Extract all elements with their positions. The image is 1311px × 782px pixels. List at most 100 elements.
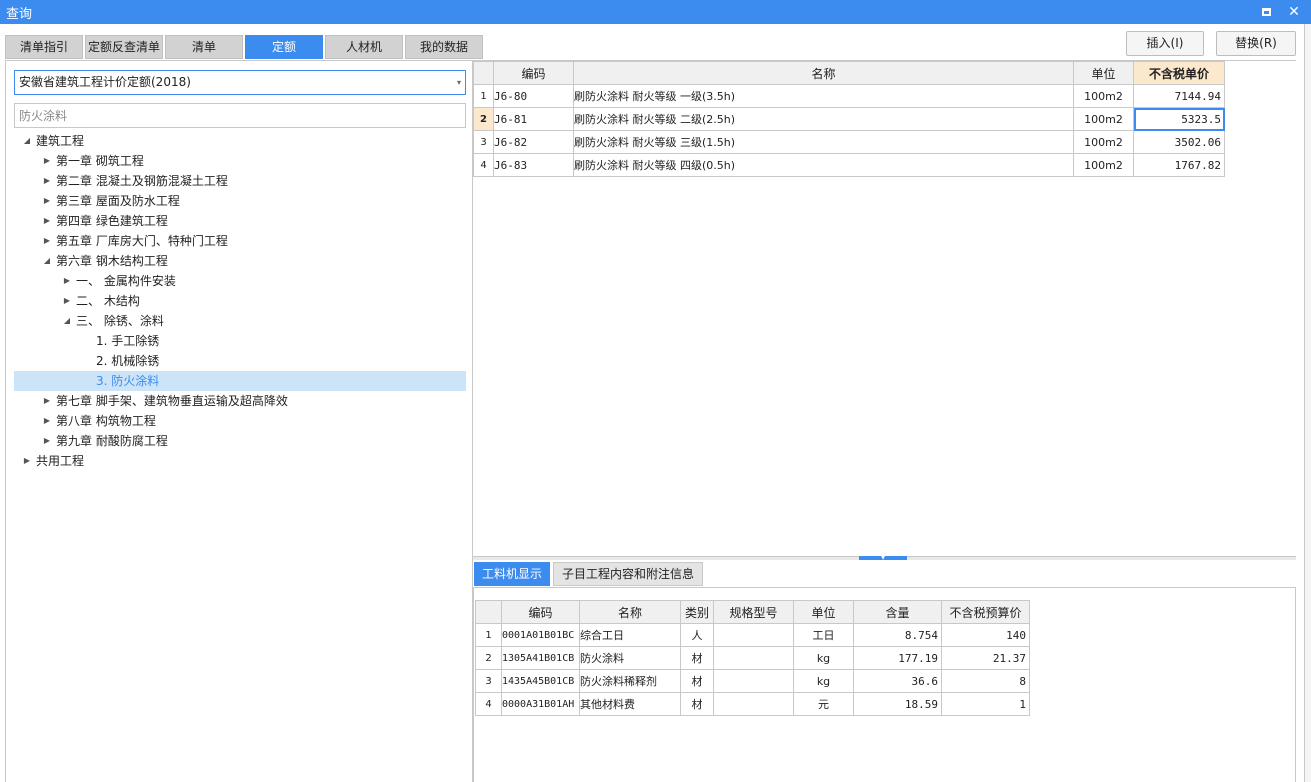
- cell-code[interactable]: 0001A01B01BC: [501, 623, 580, 647]
- tree-node[interactable]: ▶ 第八章 构筑物工程: [14, 411, 466, 431]
- cell-unit[interactable]: 100m2: [1073, 84, 1134, 108]
- cell-name[interactable]: 防火涂料稀释剂: [579, 669, 681, 693]
- table-row[interactable]: 2 1305A41B01CB 防火涂料 材 kg 177.19 21.37: [475, 646, 1030, 670]
- cell-category[interactable]: 人: [680, 623, 714, 647]
- search-input[interactable]: [14, 103, 466, 128]
- collapse-arrow-icon[interactable]: ▶: [42, 231, 52, 251]
- tree-node[interactable]: 1. 手工除锈: [14, 331, 466, 351]
- maximize-button[interactable]: [1256, 2, 1276, 22]
- insert-button[interactable]: 插入(I): [1126, 31, 1204, 56]
- column-header-code[interactable]: 编码: [493, 61, 574, 85]
- cell-code[interactable]: 1305A41B01CB: [501, 646, 580, 670]
- cell-quantity[interactable]: 8.754: [853, 623, 942, 647]
- tree-node[interactable]: ▶ 第一章 砌筑工程: [14, 151, 466, 171]
- replace-button[interactable]: 替换(R): [1216, 31, 1296, 56]
- cell-price[interactable]: 3502.06: [1133, 130, 1225, 154]
- cell-category[interactable]: 材: [680, 646, 714, 670]
- cell-name[interactable]: 刷防火涂料 耐火等级 三级(1.5h): [573, 130, 1074, 154]
- cell-unit[interactable]: 元: [793, 692, 854, 716]
- cell-unit[interactable]: 100m2: [1073, 153, 1134, 177]
- collapse-arrow-icon[interactable]: ▶: [62, 291, 72, 311]
- tree-node[interactable]: ▶ 第七章 脚手架、建筑物垂直运输及超高降效: [14, 391, 466, 411]
- cell-name[interactable]: 其他材料费: [579, 692, 681, 716]
- table-row-active[interactable]: 2 J6-81 刷防火涂料 耐火等级 二级(2.5h) 100m2 5323.5: [473, 107, 1225, 131]
- cell-name[interactable]: 防火涂料: [579, 646, 681, 670]
- tree-node[interactable]: ◢ 三、 除锈、涂料: [14, 311, 466, 331]
- cell-price[interactable]: 1767.82: [1133, 153, 1225, 177]
- cell-spec[interactable]: [713, 646, 794, 670]
- cell-name[interactable]: 刷防火涂料 耐火等级 四级(0.5h): [573, 153, 1074, 177]
- cell-name[interactable]: 综合工日: [579, 623, 681, 647]
- cell-unit[interactable]: 100m2: [1073, 130, 1134, 154]
- tab-quota[interactable]: 定额: [245, 35, 323, 59]
- cell-quantity[interactable]: 177.19: [853, 646, 942, 670]
- table-row[interactable]: 1 0001A01B01BC 综合工日 人 工日 8.754 140: [475, 623, 1030, 647]
- tree-node[interactable]: ▶ 第四章 绿色建筑工程: [14, 211, 466, 231]
- table-row[interactable]: 1 J6-80 刷防火涂料 耐火等级 一级(3.5h) 100m2 7144.9…: [473, 84, 1225, 108]
- cell-code[interactable]: J6-82: [493, 130, 574, 154]
- table-row[interactable]: 4 0000A31B01AH 其他材料费 材 元 18.59 1: [475, 692, 1030, 716]
- column-header-quantity[interactable]: 含量: [853, 600, 942, 624]
- collapse-arrow-icon[interactable]: ▶: [22, 451, 32, 471]
- collapse-arrow-icon[interactable]: ▶: [42, 151, 52, 171]
- column-header-unit[interactable]: 单位: [1073, 61, 1134, 85]
- table-row[interactable]: 3 J6-82 刷防火涂料 耐火等级 三级(1.5h) 100m2 3502.0…: [473, 130, 1225, 154]
- table-row[interactable]: 3 1435A45B01CB 防火涂料稀释剂 材 kg 36.6 8: [475, 669, 1030, 693]
- column-header-category[interactable]: 类别: [680, 600, 714, 624]
- expand-arrow-icon[interactable]: ◢: [42, 251, 52, 271]
- tree-node[interactable]: ▶ 第二章 混凝土及钢筋混凝土工程: [14, 171, 466, 191]
- tree-node[interactable]: ▶ 一、 金属构件安装: [14, 271, 466, 291]
- collapse-arrow-icon[interactable]: ▶: [42, 211, 52, 231]
- cell-spec[interactable]: [713, 669, 794, 693]
- cell-budget-price[interactable]: 21.37: [941, 646, 1030, 670]
- tab-my-data[interactable]: 我的数据: [405, 35, 483, 59]
- quota-library-select[interactable]: 安徽省建筑工程计价定额(2018) ▾: [14, 70, 466, 95]
- cell-code[interactable]: J6-83: [493, 153, 574, 177]
- expand-arrow-icon[interactable]: ◢: [62, 311, 72, 331]
- column-header-unit[interactable]: 单位: [793, 600, 854, 624]
- close-button[interactable]: ✕: [1284, 2, 1304, 22]
- column-header-budget-price[interactable]: 不含税预算价: [941, 600, 1030, 624]
- tab-labor-material-machine[interactable]: 人材机: [325, 35, 403, 59]
- column-header-spec[interactable]: 规格型号: [713, 600, 794, 624]
- cell-price-focused[interactable]: 5323.5: [1133, 107, 1225, 131]
- tree-node[interactable]: 2. 机械除锈: [14, 351, 466, 371]
- cell-unit[interactable]: kg: [793, 646, 854, 670]
- cell-quantity[interactable]: 18.59: [853, 692, 942, 716]
- splitter-grip[interactable]: ▼: [859, 555, 907, 561]
- column-header-name[interactable]: 名称: [579, 600, 681, 624]
- column-header-code[interactable]: 编码: [501, 600, 580, 624]
- cell-unit[interactable]: kg: [793, 669, 854, 693]
- tree-node[interactable]: ▶ 第三章 屋面及防水工程: [14, 191, 466, 211]
- collapse-arrow-icon[interactable]: ▶: [42, 391, 52, 411]
- cell-name[interactable]: 刷防火涂料 耐火等级 一级(3.5h): [573, 84, 1074, 108]
- tab-bill[interactable]: 清单: [165, 35, 243, 59]
- table-row[interactable]: 4 J6-83 刷防火涂料 耐火等级 四级(0.5h) 100m2 1767.8…: [473, 153, 1225, 177]
- collapse-arrow-icon[interactable]: ▶: [42, 431, 52, 451]
- cell-unit[interactable]: 工日: [793, 623, 854, 647]
- tab-bill-guide[interactable]: 清单指引: [5, 35, 83, 59]
- panel-splitter[interactable]: ▼: [473, 555, 1296, 561]
- collapse-arrow-icon[interactable]: ▶: [62, 271, 72, 291]
- cell-code[interactable]: 0000A31B01AH: [501, 692, 580, 716]
- tree-node[interactable]: ▶ 共用工程: [14, 451, 466, 471]
- cell-code[interactable]: 1435A45B01CB: [501, 669, 580, 693]
- cell-category[interactable]: 材: [680, 692, 714, 716]
- tree-node[interactable]: 3. 防火涂料: [14, 371, 466, 391]
- cell-code[interactable]: J6-80: [493, 84, 574, 108]
- tab-resource-display[interactable]: 工料机显示: [474, 562, 550, 586]
- collapse-arrow-icon[interactable]: ▶: [42, 191, 52, 211]
- cell-category[interactable]: 材: [680, 669, 714, 693]
- tree-node[interactable]: ▶ 第九章 耐酸防腐工程: [14, 431, 466, 451]
- tree-node[interactable]: ◢ 第六章 钢木结构工程: [14, 251, 466, 271]
- cell-budget-price[interactable]: 8: [941, 669, 1030, 693]
- tree-node[interactable]: ▶ 二、 木结构: [14, 291, 466, 311]
- cell-price[interactable]: 7144.94: [1133, 84, 1225, 108]
- cell-code[interactable]: J6-81: [493, 107, 574, 131]
- cell-budget-price[interactable]: 1: [941, 692, 1030, 716]
- cell-spec[interactable]: [713, 692, 794, 716]
- column-header-price[interactable]: 不含税单价: [1133, 61, 1225, 85]
- tab-content-notes[interactable]: 子目工程内容和附注信息: [553, 562, 703, 586]
- collapse-arrow-icon[interactable]: ▶: [42, 171, 52, 191]
- tree-node[interactable]: ▶ 第五章 厂库房大门、特种门工程: [14, 231, 466, 251]
